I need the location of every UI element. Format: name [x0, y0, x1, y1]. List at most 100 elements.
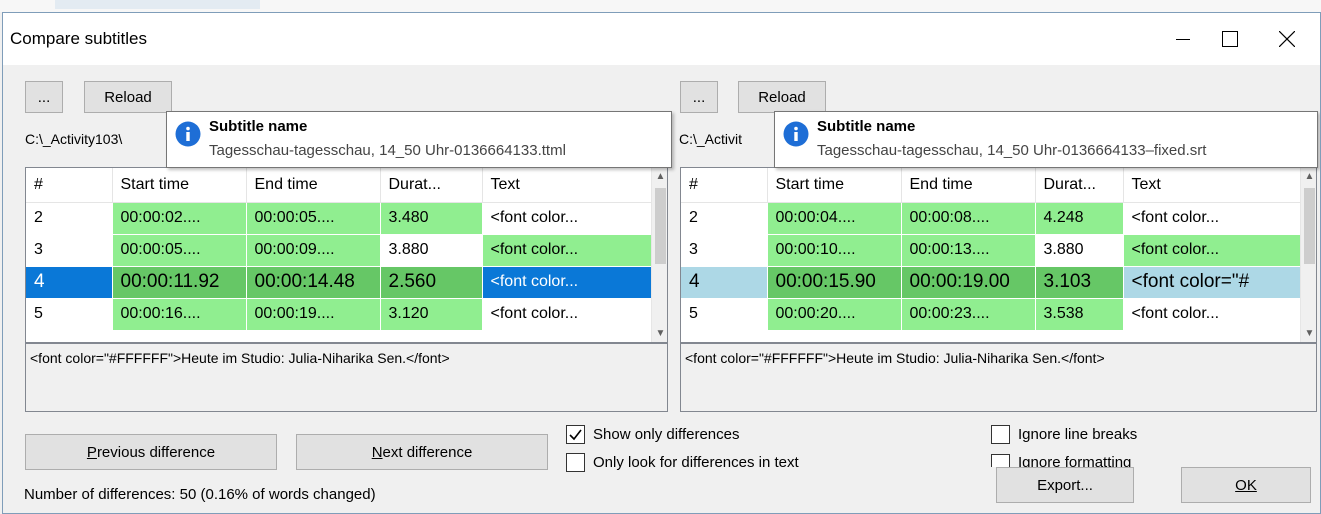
- info-icon: [783, 121, 809, 147]
- checkbox-box[interactable]: [566, 453, 585, 472]
- next-difference-button[interactable]: Next difference: [296, 434, 548, 470]
- previous-difference-button[interactable]: Previous difference: [25, 434, 277, 470]
- minimize-button[interactable]: [1159, 13, 1207, 65]
- cell-text: <font color...: [1123, 202, 1304, 235]
- cell-duration: 3.120: [380, 298, 483, 331]
- cell-start-time: 00:00:11.92: [112, 266, 247, 299]
- cell-duration: 4.248: [1035, 202, 1124, 235]
- table-row[interactable]: 5 00:00:20.... 00:00:23.... 3.538 <font …: [681, 298, 1304, 331]
- cell-start-time: 00:00:02....: [112, 202, 247, 235]
- title-bar: Compare subtitles: [3, 13, 1320, 65]
- only-text-differences-checkbox[interactable]: Only look for differences in text: [566, 453, 799, 472]
- maximize-icon: [1222, 31, 1238, 47]
- ignore-formatting-checkbox[interactable]: Ignore formatting: [991, 454, 1131, 467]
- table-row[interactable]: 3 00:00:10.... 00:00:13.... 3.880 <font …: [681, 234, 1304, 267]
- cell-start-time: 00:00:15.90: [767, 266, 902, 299]
- tooltip-text: Tagesschau-tagesschau, 14_50 Uhr-0136664…: [209, 142, 566, 159]
- right-tooltip: Subtitle name Tagesschau-tagesschau, 14_…: [774, 111, 1318, 168]
- right-subtitle-table: # Start time End time Durat... Text 2 00…: [681, 168, 1304, 331]
- checkbox-box[interactable]: [991, 425, 1010, 444]
- cell-duration: 3.480: [380, 202, 483, 235]
- table-row-selected[interactable]: 4 00:00:11.92 00:00:14.48 2.560 <font co…: [26, 266, 653, 299]
- ignore-formatting-label: Ignore formatting: [1018, 454, 1132, 467]
- maximize-button[interactable]: [1206, 13, 1254, 65]
- cell-duration: 3.880: [380, 234, 483, 267]
- ignore-line-breaks-label: Ignore line breaks: [1018, 426, 1138, 443]
- cell-number: 4: [26, 266, 113, 299]
- right-subtitle-grid[interactable]: # Start time End time Durat... Text 2 00…: [680, 167, 1317, 343]
- background-strip: [0, 0, 1321, 12]
- ok-button[interactable]: OK: [1181, 467, 1311, 503]
- cell-number: 4: [681, 266, 768, 299]
- left-col-duration[interactable]: Durat...: [380, 168, 483, 203]
- cell-duration: 3.880: [1035, 234, 1124, 267]
- cell-text: <font color...: [482, 202, 653, 235]
- chevron-up-icon[interactable]: ▲: [652, 168, 667, 185]
- table-row-selected[interactable]: 4 00:00:15.90 00:00:19.00 3.103 <font co…: [681, 266, 1304, 299]
- cell-end-time: 00:00:13....: [901, 234, 1036, 267]
- minimize-icon: [1176, 39, 1190, 40]
- chevron-up-icon[interactable]: ▲: [1301, 168, 1316, 185]
- left-file-path: C:\_Activity103\: [25, 131, 123, 147]
- table-row[interactable]: 3 00:00:05.... 00:00:09.... 3.880 <font …: [26, 234, 653, 267]
- left-grid-scrollbar[interactable]: ▲ ▼: [651, 168, 667, 342]
- close-icon: [1279, 31, 1295, 47]
- cell-number: 5: [681, 298, 768, 331]
- cell-start-time: 00:00:20....: [767, 298, 902, 331]
- cell-number: 2: [681, 202, 768, 235]
- right-col-text[interactable]: Text: [1123, 168, 1304, 203]
- checkbox-box[interactable]: [991, 454, 1010, 467]
- export-button[interactable]: Export...: [996, 467, 1134, 503]
- show-only-differences-label: Show only differences: [593, 426, 740, 443]
- left-browse-button[interactable]: ...: [25, 81, 63, 113]
- left-detail-text[interactable]: <font color="#FFFFFF">Heute im Studio: J…: [25, 343, 668, 412]
- left-reload-button[interactable]: Reload: [84, 81, 172, 113]
- cell-start-time: 00:00:16....: [112, 298, 247, 331]
- cell-text: <font color="#: [1123, 266, 1304, 299]
- cell-number: 3: [26, 234, 113, 267]
- left-col-start-time[interactable]: Start time: [112, 168, 247, 203]
- cell-end-time: 00:00:19.00: [901, 266, 1036, 299]
- checkbox-box[interactable]: [566, 425, 585, 444]
- chevron-down-icon[interactable]: ▼: [652, 325, 667, 342]
- next-accelerator: N: [371, 443, 383, 461]
- cell-duration: 2.560: [380, 266, 483, 299]
- cell-end-time: 00:00:05....: [246, 202, 381, 235]
- cell-start-time: 00:00:05....: [112, 234, 247, 267]
- left-scrollbar-thumb[interactable]: [655, 188, 666, 264]
- info-icon: [175, 121, 201, 147]
- show-only-differences-checkbox[interactable]: Show only differences: [566, 425, 739, 444]
- right-reload-button[interactable]: Reload: [738, 81, 826, 113]
- right-file-path: C:\_Activit: [679, 131, 743, 147]
- right-col-number[interactable]: #: [681, 168, 768, 203]
- cell-duration: 3.538: [1035, 298, 1124, 331]
- right-col-start-time[interactable]: Start time: [767, 168, 902, 203]
- chevron-down-icon[interactable]: ▼: [1301, 325, 1316, 342]
- right-browse-button[interactable]: ...: [680, 81, 718, 113]
- table-row[interactable]: 2 00:00:02.... 00:00:05.... 3.480 <font …: [26, 202, 653, 235]
- ignore-line-breaks-checkbox[interactable]: Ignore line breaks: [991, 425, 1137, 444]
- previous-accelerator: P: [86, 443, 97, 461]
- checkmark-icon: [569, 429, 582, 441]
- right-header-row: # Start time End time Durat... Text: [681, 168, 1304, 203]
- compare-subtitles-dialog: Compare subtitles ... Reload C:\_Activit…: [2, 12, 1321, 514]
- left-subtitle-grid[interactable]: # Start time End time Durat... Text 2 00…: [25, 167, 668, 343]
- close-button[interactable]: [1263, 13, 1311, 65]
- cell-start-time: 00:00:10....: [767, 234, 902, 267]
- left-header-row: # Start time End time Durat... Text: [26, 168, 653, 203]
- left-col-text[interactable]: Text: [482, 168, 653, 203]
- table-row[interactable]: 5 00:00:16.... 00:00:19.... 3.120 <font …: [26, 298, 653, 331]
- cell-end-time: 00:00:08....: [901, 202, 1036, 235]
- table-row[interactable]: 2 00:00:04.... 00:00:08.... 4.248 <font …: [681, 202, 1304, 235]
- cell-text: <font color...: [1123, 234, 1304, 267]
- right-col-duration[interactable]: Durat...: [1035, 168, 1124, 203]
- right-detail-text[interactable]: <font color="#FFFFFF">Heute im Studio: J…: [680, 343, 1317, 412]
- right-grid-scrollbar[interactable]: ▲ ▼: [1300, 168, 1316, 342]
- cell-text: <font color...: [482, 234, 653, 267]
- cell-end-time: 00:00:23....: [901, 298, 1036, 331]
- left-col-end-time[interactable]: End time: [246, 168, 381, 203]
- left-col-number[interactable]: #: [26, 168, 113, 203]
- right-col-end-time[interactable]: End time: [901, 168, 1036, 203]
- cell-text: <font color...: [482, 266, 653, 299]
- right-scrollbar-thumb[interactable]: [1304, 188, 1315, 264]
